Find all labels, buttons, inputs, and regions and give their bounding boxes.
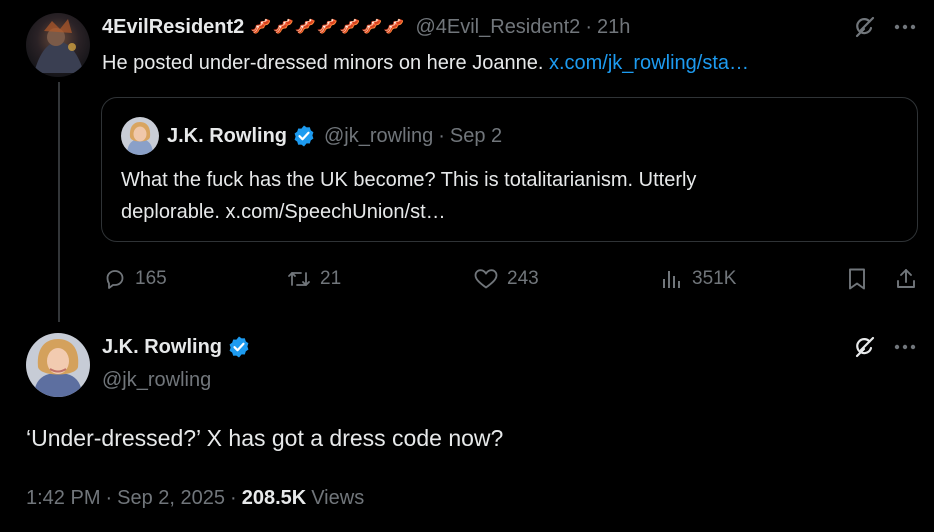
bookmark-icon[interactable] bbox=[844, 266, 870, 292]
quote-date[interactable]: Sep 2 bbox=[450, 125, 502, 148]
like-icon bbox=[474, 269, 498, 289]
reply-header: 4EvilResident2 🥓🥓🥓🥓🥓🥓🥓 @4Evil_Resident2 … bbox=[102, 13, 630, 41]
main-avatar[interactable] bbox=[26, 333, 90, 397]
verified-badge-icon bbox=[292, 124, 316, 148]
separator: · bbox=[105, 487, 113, 509]
like-button[interactable]: 243 bbox=[473, 266, 539, 292]
main-meta: 1:42 PM · Sep 2, 2025 · 208.5K Views bbox=[26, 484, 364, 512]
quote-text: What the fuck has the UK become? This is… bbox=[121, 164, 696, 228]
grok-icon[interactable] bbox=[851, 334, 877, 360]
reply-count: 165 bbox=[135, 268, 167, 289]
quote-header: J.K. Rowling @jk_rowling · Sep 2 bbox=[167, 122, 502, 150]
like-count: 243 bbox=[507, 268, 539, 289]
reply-text: He posted under-dressed minors on here J… bbox=[102, 50, 749, 76]
quote-avatar[interactable] bbox=[121, 117, 159, 155]
post-time[interactable]: 1:42 PM bbox=[26, 484, 100, 512]
thread-line bbox=[58, 82, 60, 322]
repost-count: 21 bbox=[320, 268, 342, 289]
post-date[interactable]: Sep 2, 2025 bbox=[117, 484, 225, 512]
views-count: 351K bbox=[692, 268, 737, 289]
separator: · bbox=[585, 15, 592, 38]
tweet-text: He posted under-dressed minors on here J… bbox=[102, 52, 549, 74]
views-icon bbox=[663, 271, 680, 288]
handle[interactable]: @4Evil_Resident2 bbox=[415, 16, 580, 39]
reply-icon bbox=[106, 270, 124, 289]
share-icon[interactable] bbox=[893, 266, 919, 292]
repost-icon bbox=[288, 272, 310, 286]
quote-handle[interactable]: @jk_rowling bbox=[324, 125, 433, 148]
reply-button[interactable]: 165 bbox=[103, 266, 167, 292]
display-name[interactable]: 4EvilResident2 bbox=[102, 16, 244, 39]
separator: · bbox=[230, 487, 237, 509]
quote-display-name[interactable]: J.K. Rowling bbox=[167, 125, 287, 148]
tweet-link[interactable]: x.com/jk_rowling/sta… bbox=[549, 52, 749, 74]
views-button[interactable]: 351K bbox=[660, 266, 736, 292]
grok-icon[interactable] bbox=[851, 14, 877, 40]
main-tweet-text: ‘Under-dressed?’ X has got a dress code … bbox=[26, 425, 504, 451]
avatar[interactable] bbox=[26, 13, 90, 77]
more-icon[interactable] bbox=[892, 16, 918, 38]
repost-button[interactable]: 21 bbox=[286, 266, 341, 292]
main-header: J.K. Rowling bbox=[102, 333, 251, 361]
separator: · bbox=[438, 124, 445, 147]
name-emoji: 🥓🥓🥓🥓🥓🥓🥓 bbox=[250, 17, 406, 36]
quote-text-line1: What the fuck has the UK become? This is… bbox=[121, 169, 697, 191]
timestamp[interactable]: 21h bbox=[597, 16, 630, 39]
main-display-name[interactable]: J.K. Rowling bbox=[102, 336, 222, 359]
main-handle[interactable]: @jk_rowling bbox=[102, 366, 211, 394]
quote-text-line2: deplorable. x.com/SpeechUnion/st… bbox=[121, 201, 446, 223]
views-count: 208.5K bbox=[241, 487, 307, 509]
more-icon[interactable] bbox=[892, 336, 918, 358]
verified-badge-icon bbox=[227, 335, 251, 359]
views-label: Views bbox=[311, 487, 365, 509]
